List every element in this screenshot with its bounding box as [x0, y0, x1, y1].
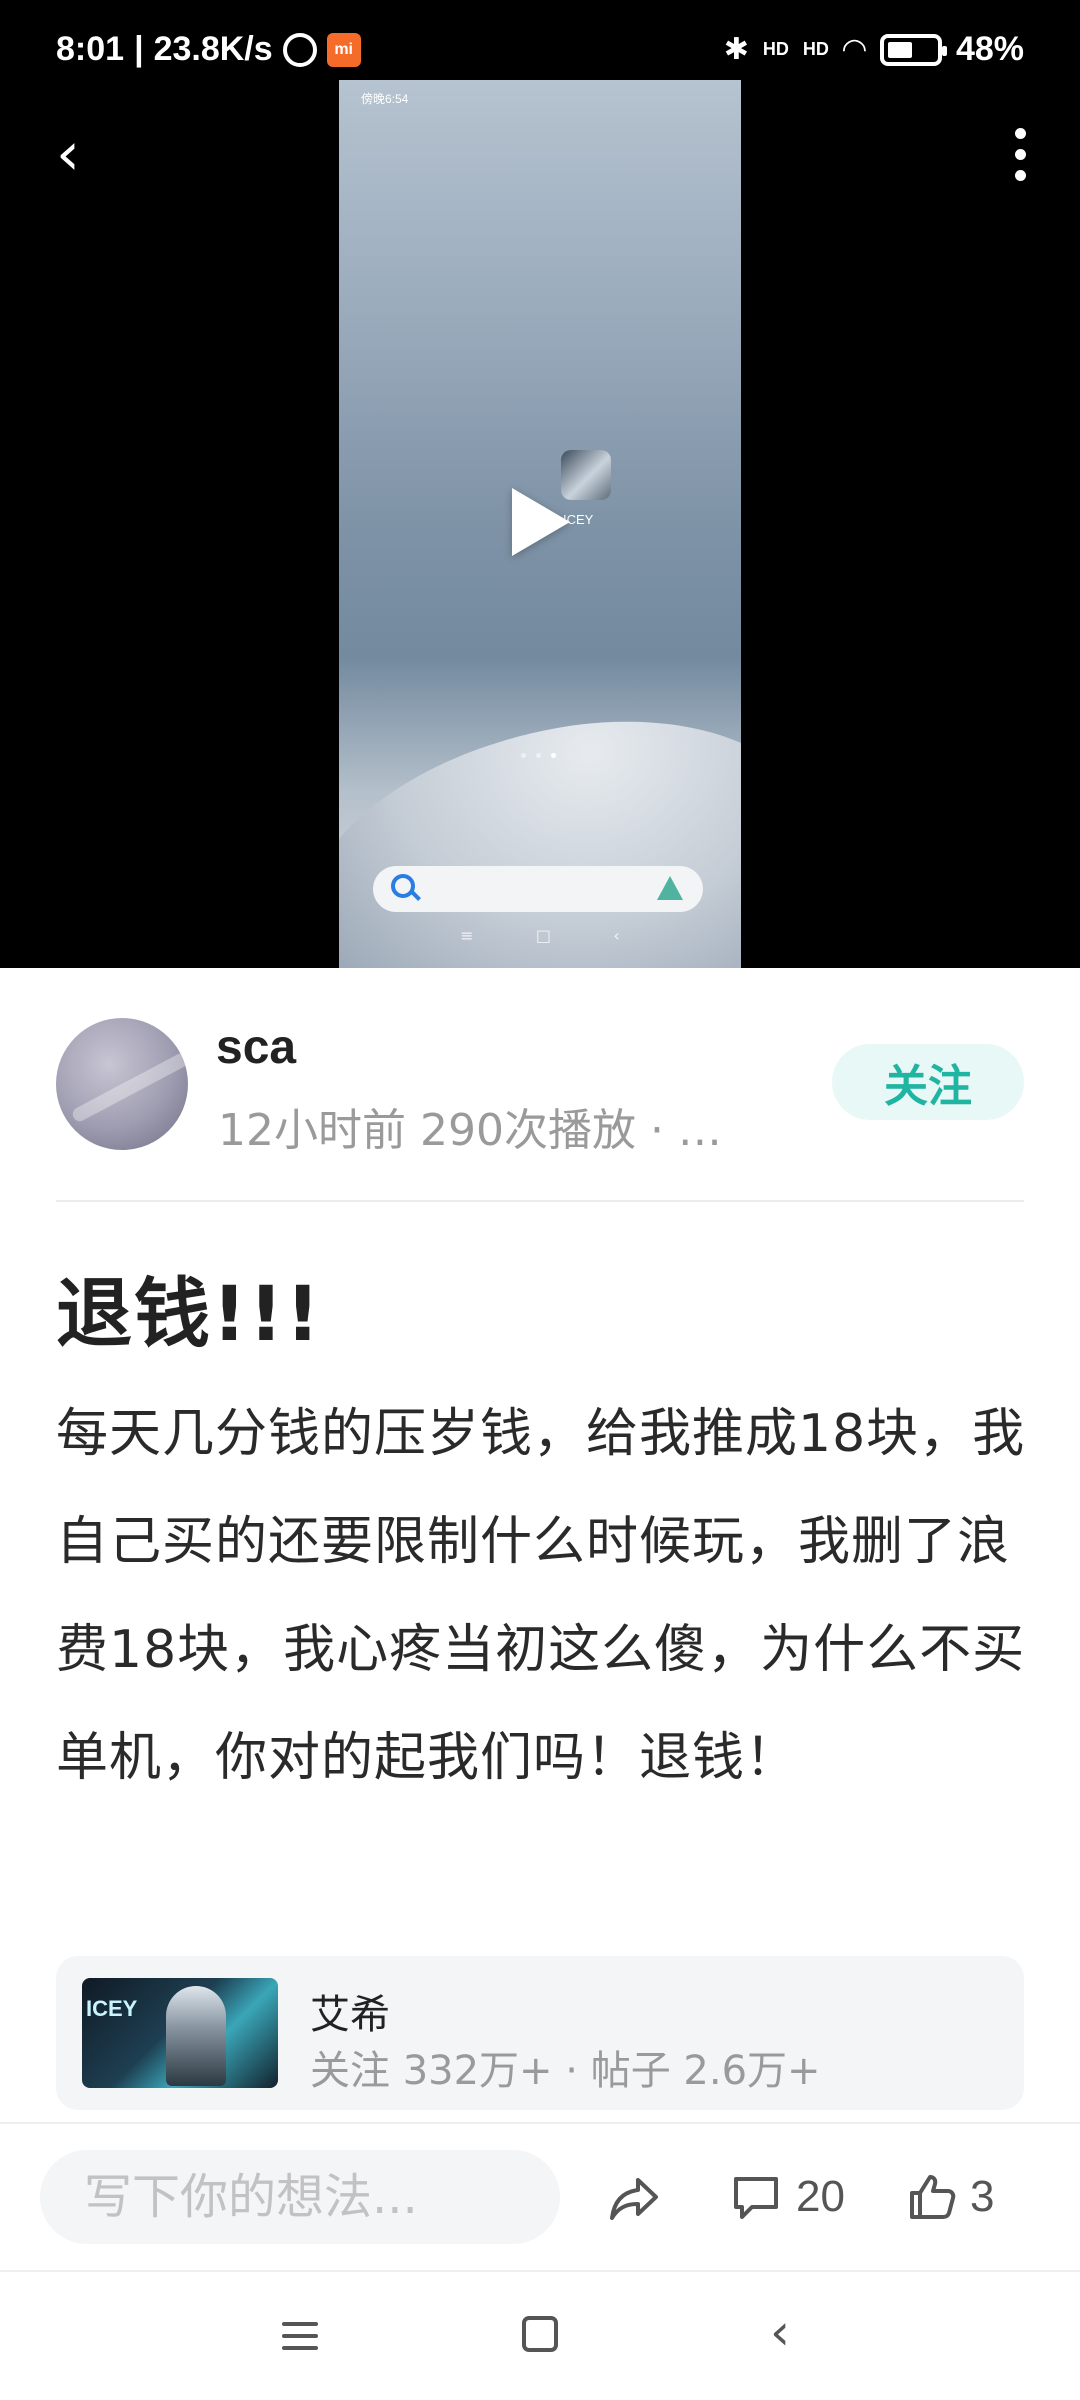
signal-hd-1-icon: HD — [762, 39, 789, 59]
battery-percent: 48% — [955, 30, 1024, 68]
video-player[interactable]: 傍晚6:54 ICEY ≡ □ ‹ — [0, 0, 1080, 968]
comment-input[interactable] — [40, 2150, 560, 2244]
action-bar: 20 3 — [0, 2122, 1080, 2270]
game-character-figure — [166, 1986, 226, 2086]
preview-search-bar — [373, 866, 703, 912]
preview-page-dots — [521, 753, 556, 758]
status-left: 8:01 | 23.8K/s mi — [56, 30, 361, 69]
status-right: ✱ HD HD ◠ 48% — [724, 30, 1024, 69]
post-title: 退钱!!! — [56, 1269, 322, 1358]
follow-button[interactable]: 关注 — [832, 1044, 1024, 1120]
divider — [56, 1200, 1024, 1202]
play-icon[interactable] — [512, 488, 570, 556]
signal-hd-2-icon: HD — [802, 39, 829, 59]
home-icon[interactable] — [522, 2316, 558, 2352]
status-network-speed: 23.8K/s — [153, 30, 273, 68]
system-nav-bar: ‹ — [0, 2270, 1080, 2400]
share-icon[interactable] — [604, 2168, 664, 2228]
game-name: 艾希 — [310, 1992, 390, 2038]
avatar[interactable] — [56, 1018, 188, 1150]
status-separator: | — [134, 30, 144, 68]
game-stats: 关注 332万+ · 帖子 2.6万+ — [310, 2048, 821, 2094]
comment-button[interactable]: 20 — [730, 2164, 845, 2230]
author-name[interactable]: sca — [216, 1020, 296, 1075]
assistant-icon — [657, 876, 683, 900]
battery-icon — [879, 33, 947, 66]
comment-icon — [734, 2177, 778, 2219]
post-body: 每天几分钱的压岁钱，给我推成18块，我自己买的还要限制什么时候玩，我删了浪费18… — [56, 1404, 1026, 1788]
game-card[interactable]: ICEY 艾希 关注 332万+ · 帖子 2.6万+ — [56, 1956, 1024, 2110]
recent-apps-icon[interactable] — [280, 2316, 320, 2356]
like-count: 3 — [970, 2172, 995, 2221]
status-bar: 8:01 | 23.8K/s mi ✱ HD HD ◠ 48% — [0, 0, 1080, 104]
comment-count: 20 — [796, 2172, 845, 2221]
status-time: 8:01 — [56, 30, 125, 68]
thumbs-up-icon — [910, 2175, 956, 2219]
game-thumbnail-text: ICEY — [86, 1996, 138, 2021]
preview-nav-bar: ≡ □ ‹ — [460, 926, 620, 945]
wifi-icon: ◠ — [842, 33, 866, 66]
post-meta: 12小时前 290次播放 · … — [218, 1105, 722, 1156]
more-vertical-icon[interactable] — [988, 122, 1052, 186]
mi-badge-icon: mi — [326, 32, 361, 67]
search-icon — [391, 874, 415, 898]
system-back-icon[interactable]: ‹ — [770, 2302, 790, 2362]
back-arrow-icon[interactable]: ‹ — [36, 122, 100, 186]
game-thumbnail: ICEY — [82, 1978, 278, 2088]
like-button[interactable]: 3 — [906, 2164, 994, 2230]
alarm-icon — [282, 32, 317, 67]
author-row: sca 12小时前 290次播放 · … 关注 — [0, 968, 1080, 1200]
bluetooth-icon: ✱ — [723, 33, 749, 66]
